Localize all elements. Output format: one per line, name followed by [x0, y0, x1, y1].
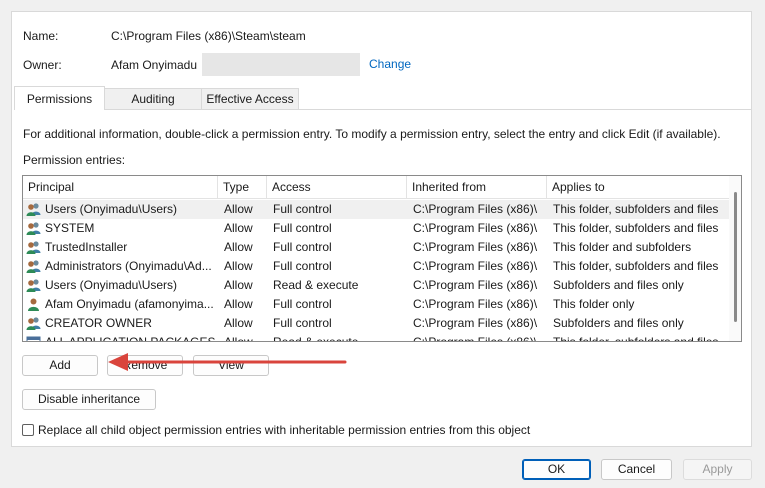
replace-child-permissions-checkbox[interactable] [22, 424, 34, 436]
cell-access: Full control [273, 297, 332, 311]
table-row[interactable]: Users (Onyimadu\Users) Allow Full control C… [23, 200, 731, 219]
owner-value: Afam Onyimadu [111, 58, 198, 72]
cell-inherited: C:\Program Files (x86)\ [413, 259, 538, 273]
list-scrollbar[interactable] [729, 176, 741, 341]
cell-access: Full control [273, 259, 332, 273]
apply-button: Apply [683, 459, 752, 480]
permission-entries-list[interactable]: Principal Type Access Inherited from App… [22, 175, 742, 342]
cell-principal: TrustedInstaller [45, 240, 128, 254]
cell-applies: This folder, subfolders and files [553, 259, 719, 273]
cell-access: Read & execute [273, 278, 359, 292]
cell-access: Full control [273, 316, 332, 330]
cell-principal: SYSTEM [45, 221, 95, 235]
table-row[interactable]: ALL APPLICATION PACKAGES Allow Read & exec… [23, 333, 731, 342]
cell-inherited: C:\Program Files (x86)\ [413, 297, 538, 311]
tabs-divider [14, 109, 751, 110]
permission-entries-label: Permission entries: [23, 153, 126, 167]
cell-applies: This folder, subfolders and files [553, 202, 719, 216]
cell-type: Allow [224, 335, 253, 342]
owner-label: Owner: [23, 58, 62, 72]
users-group-icon [26, 202, 41, 217]
users-group-icon [26, 278, 41, 293]
cell-access: Full control [273, 240, 332, 254]
table-row[interactable]: CREATOR OWNER Allow Full control C:\Program… [23, 314, 731, 333]
cell-access: Full control [273, 221, 332, 235]
users-group-icon [26, 259, 41, 274]
cell-applies: Subfolders and files only [553, 316, 684, 330]
tab-effective-access[interactable]: Effective Access [201, 88, 299, 109]
add-button[interactable]: Add [22, 355, 98, 376]
cell-type: Allow [224, 240, 253, 254]
cell-inherited: C:\Program Files (x86)\ [413, 202, 538, 216]
column-type[interactable]: Type [218, 176, 267, 198]
change-owner-link[interactable]: Change [369, 57, 411, 71]
column-principal[interactable]: Principal [23, 176, 218, 198]
list-header: Principal Type Access Inherited from App… [23, 176, 741, 199]
user-icon [26, 297, 41, 312]
cell-inherited: C:\Program Files (x86)\ [413, 221, 538, 235]
view-button[interactable]: View [193, 355, 269, 376]
tab-permissions[interactable]: Permissions [14, 86, 105, 110]
remove-button[interactable]: Remove [107, 355, 183, 376]
disable-inheritance-button[interactable]: Disable inheritance [22, 389, 156, 410]
cell-inherited: C:\Program Files (x86)\ [413, 278, 538, 292]
users-group-icon [26, 240, 41, 255]
cell-applies: This folder and subfolders [553, 240, 692, 254]
name-label: Name: [23, 29, 59, 43]
column-access[interactable]: Access [267, 176, 407, 198]
cell-principal: Administrators (Onyimadu\Ad... [45, 259, 212, 273]
table-row[interactable]: TrustedInstaller Allow Full control C:\Prog… [23, 238, 731, 257]
app-package-icon [26, 335, 41, 341]
table-row[interactable]: Afam Onyimadu (afamonyima... Allow Full co… [23, 295, 731, 314]
cell-type: Allow [224, 316, 253, 330]
redacted-area [202, 53, 360, 76]
cell-principal: Afam Onyimadu (afamonyima... [45, 297, 214, 311]
info-text: For additional information, double-click… [23, 127, 721, 141]
cancel-button[interactable]: Cancel [601, 459, 672, 480]
cell-principal: CREATOR OWNER [45, 316, 152, 330]
cell-type: Allow [224, 259, 253, 273]
cell-applies: Subfolders and files only [553, 278, 684, 292]
table-row[interactable]: Users (Onyimadu\Users) Allow Read & execut… [23, 276, 731, 295]
scrollbar-thumb[interactable] [734, 192, 737, 322]
column-applies-to[interactable]: Applies to [547, 176, 733, 198]
cell-access: Full control [273, 202, 332, 216]
name-value: C:\Program Files (x86)\Steam\steam [111, 29, 306, 43]
cell-access: Read & execute [273, 335, 359, 342]
ok-button[interactable]: OK [522, 459, 591, 480]
replace-child-permissions-label: Replace all child object permission entr… [38, 423, 531, 437]
cell-principal: Users (Onyimadu\Users) [45, 202, 178, 216]
table-row[interactable]: SYSTEM Allow Full control C:\Program Files … [23, 219, 731, 238]
cell-principal: ALL APPLICATION PACKAGES [45, 335, 215, 342]
cell-applies: This folder, subfolders and files [553, 221, 719, 235]
cell-inherited: C:\Program Files (x86)\ [413, 240, 538, 254]
users-group-icon [26, 221, 41, 236]
cell-type: Allow [224, 278, 253, 292]
tab-auditing[interactable]: Auditing [104, 88, 202, 109]
cell-principal: Users (Onyimadu\Users) [45, 278, 178, 292]
cell-type: Allow [224, 221, 253, 235]
column-inherited-from[interactable]: Inherited from [407, 176, 547, 198]
table-row[interactable]: Administrators (Onyimadu\Ad... Allow Full … [23, 257, 731, 276]
cell-applies: This folder only [553, 297, 635, 311]
cell-type: Allow [224, 202, 253, 216]
cell-applies: This folder, subfolders and files [553, 335, 719, 342]
cell-inherited: C:\Program Files (x86)\ [413, 316, 538, 330]
cell-type: Allow [224, 297, 253, 311]
users-group-icon [26, 316, 41, 331]
cell-inherited: C:\Program Files (x86)\ [413, 335, 538, 342]
